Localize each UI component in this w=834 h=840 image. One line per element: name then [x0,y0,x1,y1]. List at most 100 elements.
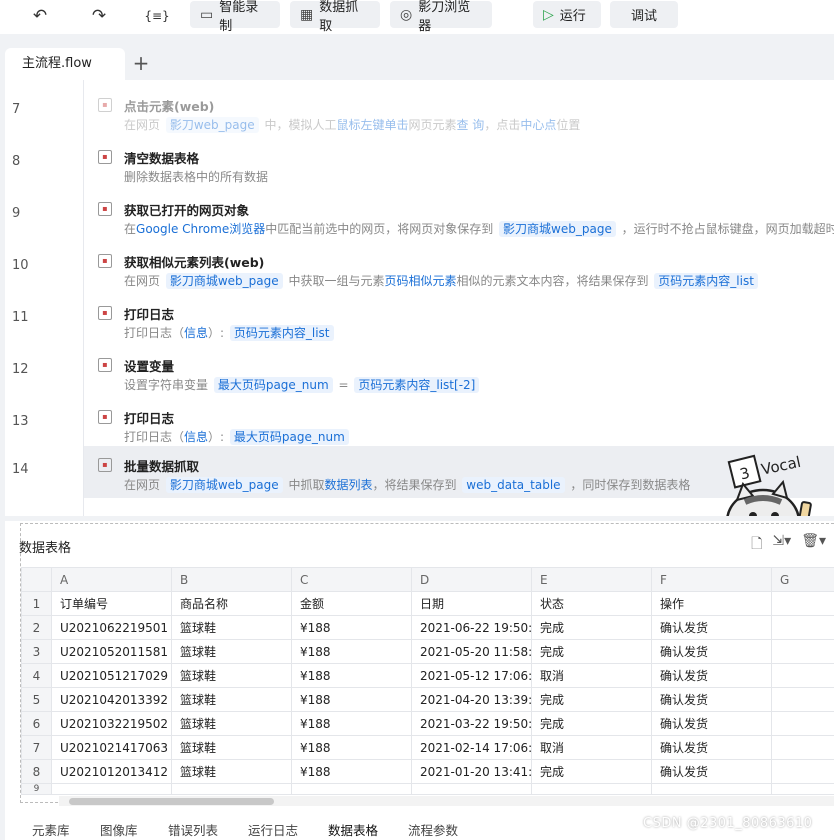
table-cell[interactable]: 完成 [531,615,652,640]
table-cell[interactable] [771,711,834,736]
table-cell[interactable]: 篮球鞋 [171,687,292,712]
table-cell[interactable] [771,615,834,640]
table-cell[interactable]: 篮球鞋 [171,711,292,736]
table-cell[interactable]: 2021-02-14 17:06:3 [411,735,532,760]
table-cell[interactable]: ¥188 [291,639,412,664]
table-cell[interactable]: 完成 [531,639,652,664]
variable-tag[interactable]: web_data_table [462,477,565,493]
table-cell[interactable]: 2021-03-22 19:50:2 [411,711,532,736]
table-cell[interactable] [531,783,652,795]
row-number[interactable]: 9 [21,783,52,795]
table-cell[interactable]: 确认发货 [651,735,772,760]
table-cell[interactable]: ¥188 [291,735,412,760]
table-cell[interactable]: 操作 [651,591,772,616]
flow-step[interactable]: ▪ 设置变量 设置字符串变量 最大页码page_num = 页码元素内容_list[… [84,346,834,398]
flow-step[interactable]: ▪ 获取已打开的网页对象 在Google Chrome浏览器中匹配当前选中的网页，将… [84,190,834,242]
export-icon[interactable]: ⇲▾ [772,533,791,557]
row-number[interactable]: 8 [21,759,52,784]
table-cell[interactable]: 篮球鞋 [171,615,292,640]
table-cell[interactable] [771,663,834,688]
table-cell[interactable]: 取消 [531,735,652,760]
browser-button[interactable]: ◎ 影刀浏览器 [390,0,492,34]
data-capture-button[interactable]: ▦ 数据抓取 [290,0,380,34]
table-cell[interactable]: 日期 [411,591,532,616]
debug-button[interactable]: 调试 [610,1,678,28]
row-number[interactable]: 1 [21,591,52,616]
bottom-tab[interactable]: 运行日志 [248,820,298,839]
flow-step[interactable]: ▪ 点击元素(web) 在网页 影刀web_page 中，模拟人工鼠标左键单击网页元… [84,86,834,138]
table-cell[interactable]: 确认发货 [651,687,772,712]
flow-step[interactable]: ▪ 打印日志 打印日志（信息）: 页码元素内容_list [84,294,834,346]
table-cell[interactable]: 完成 [531,711,652,736]
variables-button[interactable]: {≡} [143,5,171,27]
column-header[interactable]: F [651,567,772,592]
table-cell[interactable]: 状态 [531,591,652,616]
variable-tag[interactable]: 最大页码page_num [229,429,349,445]
table-cell[interactable]: 篮球鞋 [171,663,292,688]
bottom-tab[interactable]: 数据表格 [328,820,378,839]
variable-tag[interactable]: 页码元素内容_list [229,325,334,341]
table-cell[interactable] [291,783,412,795]
variable-tag[interactable]: 影刀商城web_page [499,221,616,237]
table-cell[interactable]: 篮球鞋 [171,639,292,664]
flow-step[interactable]: ▪ 清空数据表格 删除数据表格中的所有数据 [84,138,834,190]
flow-step[interactable]: ▪ 获取相似元素列表(web) 在网页 影刀商城web_page 中获取一组与元素页… [84,242,834,294]
table-cell[interactable]: U2021052011581 [51,639,172,664]
scrollbar-thumb[interactable] [69,798,274,805]
table-cell[interactable]: 完成 [531,687,652,712]
row-number[interactable]: 3 [21,639,52,664]
row-number[interactable]: 4 [21,663,52,688]
table-cell[interactable]: 2021-06-22 19:50:1 [411,615,532,640]
table-cell[interactable] [771,687,834,712]
table-cell[interactable]: 确认发货 [651,639,772,664]
smart-record-button[interactable]: ▭ 智能录制 [190,0,280,34]
table-cell[interactable]: 确认发货 [651,663,772,688]
bottom-tab[interactable]: 流程参数 [408,820,458,839]
row-number[interactable]: 5 [21,687,52,712]
horizontal-scrollbar[interactable] [59,796,834,806]
bottom-tab[interactable]: 元素库 [32,820,70,839]
table-cell[interactable] [51,783,172,795]
row-number[interactable]: 2 [21,615,52,640]
table-cell[interactable]: 订单编号 [51,591,172,616]
undo-icon[interactable]: ↶ [28,5,52,27]
variable-tag[interactable]: 页码元素内容_list[-2] [354,377,480,393]
table-cell[interactable]: 2021-05-12 17:06:2 [411,663,532,688]
row-number[interactable]: 7 [21,735,52,760]
column-header[interactable]: G [771,567,834,592]
column-header[interactable]: D [411,567,532,592]
table-cell[interactable]: ¥188 [291,687,412,712]
table-cell[interactable]: U2021051217029 [51,663,172,688]
bottom-tab[interactable]: 错误列表 [168,820,218,839]
table-cell[interactable]: 2021-05-20 11:58:1 [411,639,532,664]
variable-tag[interactable]: 页码元素内容_list [654,273,758,289]
grid-corner[interactable] [21,567,52,592]
column-header[interactable]: E [531,567,652,592]
add-tab-icon[interactable]: + [131,48,151,78]
table-cell[interactable]: 完成 [531,759,652,784]
table-cell[interactable]: 确认发货 [651,615,772,640]
table-cell[interactable] [411,783,532,795]
table-cell[interactable]: ¥188 [291,663,412,688]
table-cell[interactable]: 金额 [291,591,412,616]
column-header[interactable]: C [291,567,412,592]
variable-tag[interactable]: 影刀商城web_page [165,273,283,289]
table-cell[interactable]: 确认发货 [651,759,772,784]
trash-icon[interactable]: 🗑▾ [801,533,826,557]
column-header[interactable]: B [171,567,292,592]
table-cell[interactable]: U2021012013412 [51,759,172,784]
run-button[interactable]: ▷ 运行 [533,1,601,28]
table-cell[interactable] [771,735,834,760]
table-cell[interactable]: ¥188 [291,711,412,736]
table-cell[interactable]: ¥188 [291,759,412,784]
redo-icon[interactable]: ↷ [87,5,111,27]
table-cell[interactable]: U2021032219502 [51,711,172,736]
row-number[interactable]: 6 [21,711,52,736]
tab-main-flow[interactable]: 主流程.flow [5,48,125,80]
table-cell[interactable]: U2021042013392 [51,687,172,712]
table-cell[interactable]: U2021021417063 [51,735,172,760]
table-cell[interactable] [771,591,834,616]
table-cell[interactable]: 篮球鞋 [171,735,292,760]
add-file-icon[interactable]: 🗋 [751,533,762,557]
table-cell[interactable]: 确认发货 [651,711,772,736]
